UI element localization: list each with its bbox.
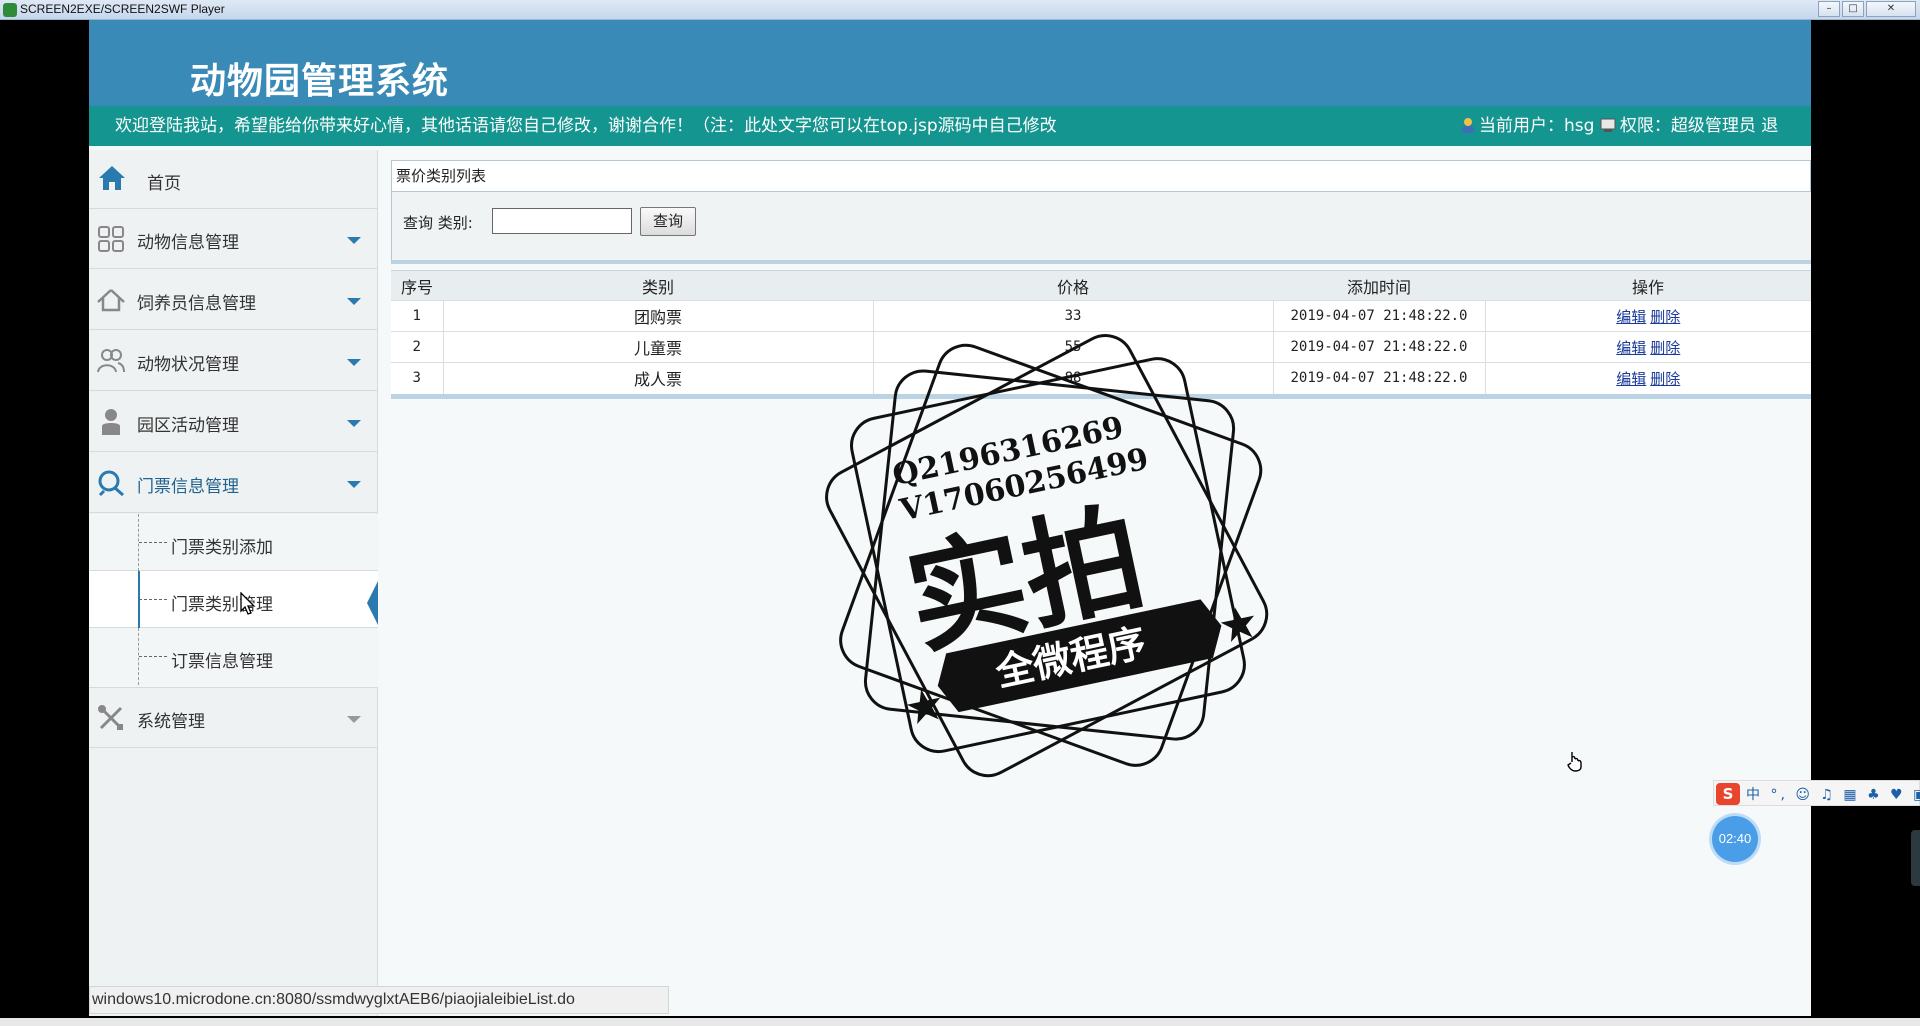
column-header: 类别 bbox=[443, 270, 873, 301]
chevron-down-icon bbox=[347, 359, 361, 366]
row-number: 2 bbox=[391, 331, 443, 363]
category-search-input[interactable] bbox=[492, 208, 632, 234]
grid-icon bbox=[98, 226, 124, 252]
window-title: SCREEN2EXE/SCREEN2SWF Player bbox=[20, 2, 225, 16]
sidebar-subitem-ticket-category-add[interactable]: 门票类别添加 bbox=[89, 514, 378, 571]
active-indicator-icon bbox=[367, 581, 378, 625]
sidebar-item-label: 系统管理 bbox=[137, 712, 205, 732]
users-icon bbox=[97, 349, 125, 373]
taskbar-strip bbox=[0, 1018, 1920, 1026]
chevron-down-icon bbox=[347, 481, 361, 488]
sidebar-item-animal-status[interactable]: 动物状况管理 bbox=[89, 331, 378, 391]
watermark-stamp: Q2196316269 V17060256499 实拍 全微程序 bbox=[825, 334, 1269, 778]
sidebar: 首页 动物信息管理 饲养员信息管理 动物状况管理 园区活动管理 门票信息管理 门… bbox=[89, 150, 378, 1016]
app-header: 动物园管理系统 bbox=[89, 20, 1811, 106]
column-header: 价格 bbox=[873, 270, 1273, 301]
sidebar-item-label: 首页 bbox=[147, 174, 181, 194]
close-button[interactable]: ✕ bbox=[1866, 1, 1916, 17]
chevron-down-icon bbox=[347, 716, 361, 723]
user-icon bbox=[1462, 118, 1474, 133]
tools-icon bbox=[98, 705, 123, 730]
app-icon bbox=[3, 3, 17, 17]
user-info: 当前用户：hsg 权限：超级管理员 退 bbox=[1459, 106, 1778, 146]
sidebar-item-label: 动物信息管理 bbox=[137, 233, 239, 253]
actions-cell: 编辑 删除 bbox=[1484, 331, 1811, 363]
permission-label[interactable]: 权限：超级管理员 退 bbox=[1620, 116, 1778, 136]
tree-dash bbox=[139, 542, 167, 543]
sidebar-subitem-label: 门票类别管理 bbox=[171, 595, 273, 615]
chevron-down-icon bbox=[347, 237, 361, 244]
sidebar-item-home[interactable]: 首页 bbox=[89, 150, 378, 209]
sidebar-item-label: 门票信息管理 bbox=[137, 477, 239, 497]
actions-cell: 编辑 删除 bbox=[1484, 362, 1811, 394]
added-time-cell: 2019-04-07 21:48:22.0 bbox=[1272, 362, 1485, 394]
edit-link[interactable]: 编辑 bbox=[1616, 308, 1646, 326]
column-header: 操作 bbox=[1485, 270, 1811, 301]
delete-link[interactable]: 删除 bbox=[1650, 339, 1680, 357]
permission-icon bbox=[1600, 118, 1616, 132]
column-header: 添加时间 bbox=[1273, 270, 1485, 301]
added-time-cell: 2019-04-07 21:48:22.0 bbox=[1272, 331, 1485, 363]
window-titlebar: SCREEN2EXE/SCREEN2SWF Player – □ ✕ bbox=[0, 0, 1920, 20]
arrow-cursor-icon bbox=[240, 592, 256, 615]
edit-link[interactable]: 编辑 bbox=[1616, 339, 1646, 357]
user-icon bbox=[102, 409, 120, 435]
ime-tool-icons[interactable]: 中 °, ☺ ♫ ▦ ♣ ♥ ▣ bbox=[1746, 784, 1920, 804]
chevron-down-icon bbox=[347, 298, 361, 305]
sidebar-subitem-label: 订票信息管理 bbox=[171, 652, 273, 672]
delete-link[interactable]: 删除 bbox=[1650, 370, 1680, 388]
chat-icon bbox=[98, 470, 124, 497]
app-page: 动物园管理系统 欢迎登陆我站，希望能给你带来好心情，其他话语请您自己修改，谢谢合… bbox=[89, 20, 1811, 1016]
sogou-logo-icon: S bbox=[1716, 783, 1740, 805]
sidebar-item-animal-info[interactable]: 动物信息管理 bbox=[89, 209, 378, 269]
table-header-row: 序号 类别 价格 添加时间 操作 bbox=[391, 270, 1811, 301]
side-dock-handle[interactable] bbox=[1911, 830, 1920, 886]
panel-title: 票价类别列表 bbox=[391, 160, 1811, 192]
delete-link[interactable]: 删除 bbox=[1650, 308, 1680, 326]
sidebar-item-label: 园区活动管理 bbox=[137, 416, 239, 436]
browser-status-url: windows10.microdone.cn:8080/ssmdwyglxtAE… bbox=[89, 986, 669, 1014]
notice-bar: 欢迎登陆我站，希望能给你带来好心情，其他话语请您自己修改，谢谢合作！（注：此处文… bbox=[89, 106, 1811, 146]
search-button[interactable]: 查询 bbox=[640, 207, 696, 236]
added-time-cell: 2019-04-07 21:48:22.0 bbox=[1272, 300, 1485, 332]
sidebar-item-keeper-info[interactable]: 饲养员信息管理 bbox=[89, 270, 378, 330]
row-number: 3 bbox=[391, 362, 443, 394]
sidebar-item-park-events[interactable]: 园区活动管理 bbox=[89, 392, 378, 452]
house-icon bbox=[97, 289, 125, 312]
edit-link[interactable]: 编辑 bbox=[1616, 370, 1646, 388]
sidebar-subitem-booking-manage[interactable]: 订票信息管理 bbox=[89, 628, 378, 688]
notice-marquee: 欢迎登陆我站，希望能给你带来好心情，其他话语请您自己修改，谢谢合作！（注：此处文… bbox=[115, 116, 1057, 136]
tree-dash bbox=[139, 656, 167, 657]
hand-cursor-icon bbox=[1567, 752, 1582, 772]
recording-timer[interactable]: 02:40 bbox=[1712, 816, 1758, 862]
chevron-down-icon bbox=[347, 420, 361, 427]
sidebar-item-ticket-info[interactable]: 门票信息管理 bbox=[89, 453, 378, 513]
system-title: 动物园管理系统 bbox=[190, 61, 450, 102]
minimize-button[interactable]: – bbox=[1818, 1, 1840, 17]
maximize-button[interactable]: □ bbox=[1842, 1, 1864, 17]
ime-toolbar[interactable]: S 中 °, ☺ ♫ ▦ ♣ ♥ ▣ bbox=[1713, 780, 1920, 806]
search-label: 查询 类别: bbox=[403, 214, 473, 232]
row-number: 1 bbox=[391, 300, 443, 332]
home-icon bbox=[99, 166, 125, 190]
sidebar-subitem-label: 门票类别添加 bbox=[171, 538, 273, 558]
sidebar-item-label: 饲养员信息管理 bbox=[137, 294, 256, 314]
search-form: 查询 类别: 查询 bbox=[391, 192, 1811, 264]
current-user-label: 当前用户：hsg bbox=[1479, 116, 1595, 136]
sidebar-subitem-ticket-category-manage[interactable]: 门票类别管理 bbox=[89, 571, 378, 628]
tree-dash bbox=[139, 599, 167, 600]
actions-cell: 编辑 删除 bbox=[1484, 300, 1811, 332]
column-header: 序号 bbox=[391, 270, 443, 301]
sidebar-item-system[interactable]: 系统管理 bbox=[89, 688, 378, 748]
sidebar-item-label: 动物状况管理 bbox=[137, 355, 239, 375]
